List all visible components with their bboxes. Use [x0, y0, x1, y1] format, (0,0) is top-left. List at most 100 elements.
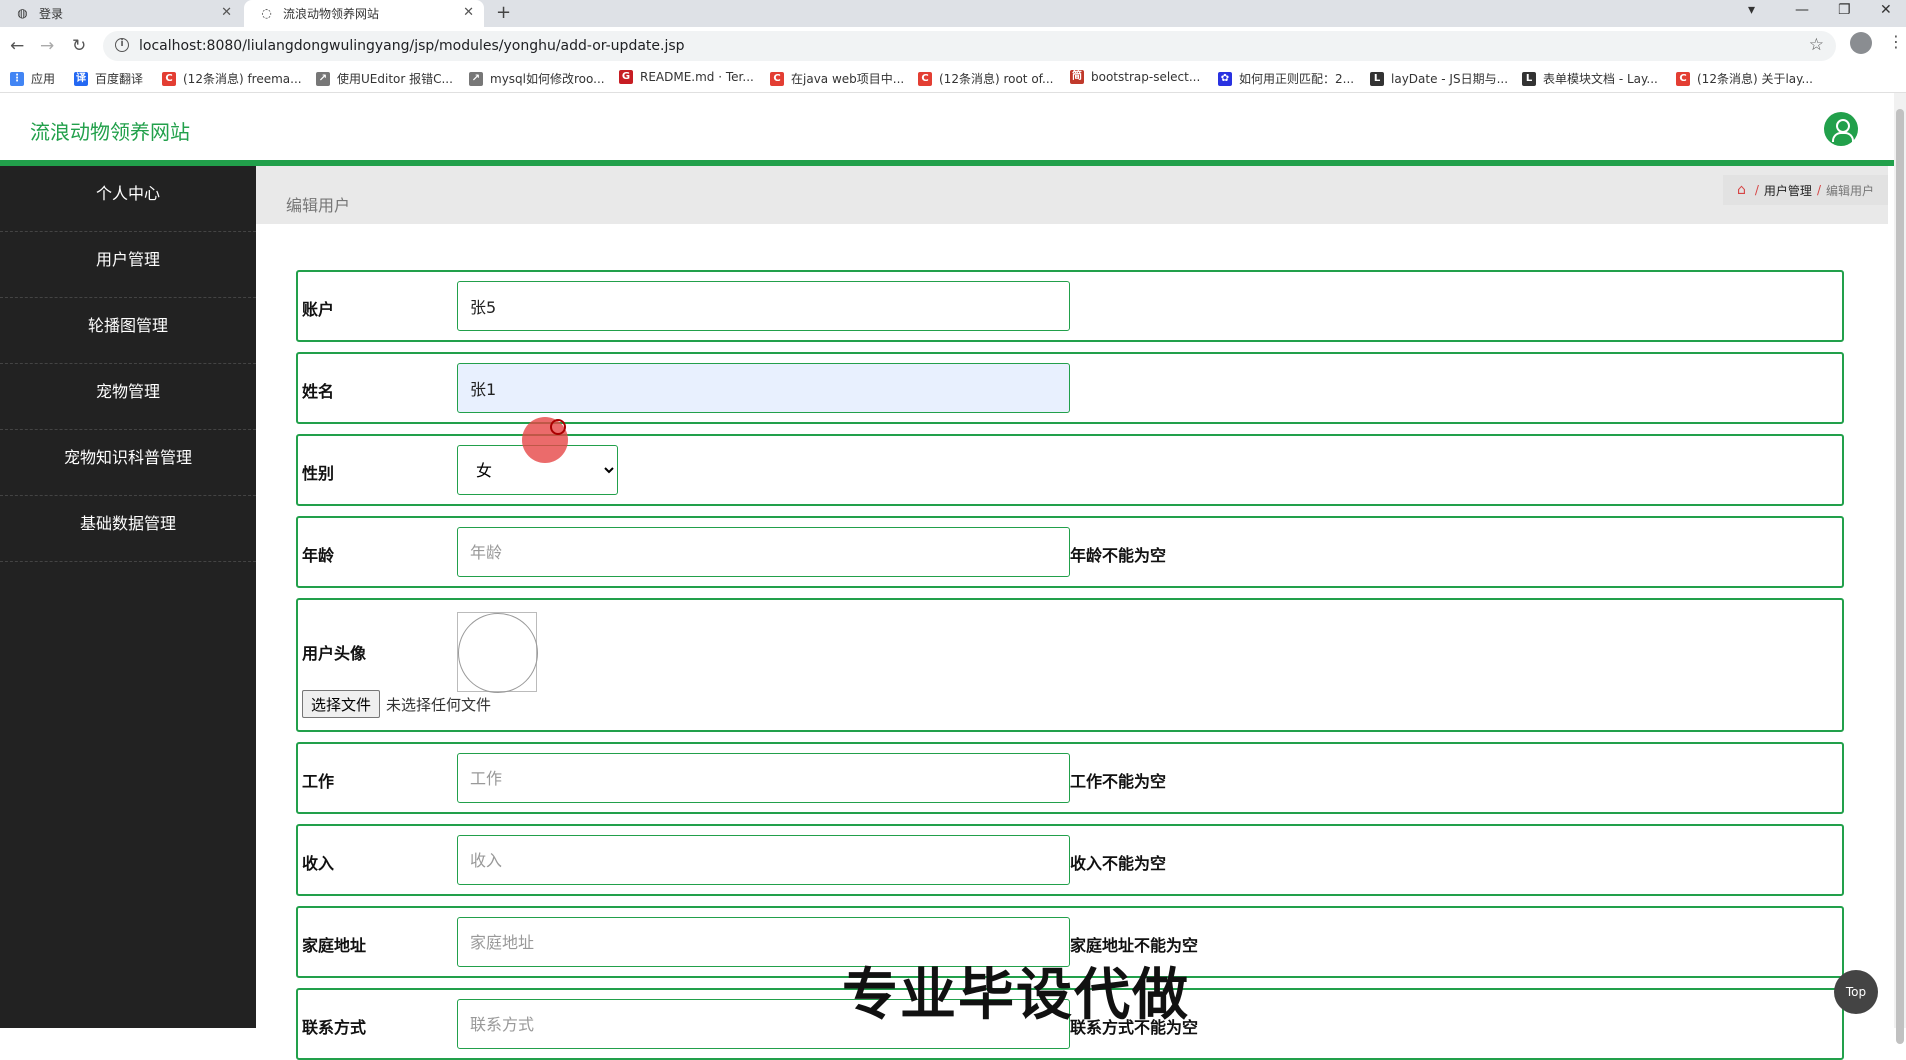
- age-label: 年龄: [302, 546, 335, 565]
- form-row-age: 年龄 年龄不能为空: [296, 516, 1844, 588]
- sidebar-item-pet-knowledge-management[interactable]: 宠物知识科普管理: [0, 430, 256, 496]
- form-row-name: 姓名: [296, 352, 1844, 424]
- breadcrumb: ⌂ / 用户管理 / 编辑用户: [1722, 175, 1888, 205]
- choose-file-button[interactable]: 选择文件: [302, 690, 381, 718]
- gitee-icon: G: [619, 70, 633, 84]
- address-bar: ← → ↻ i localhost:8080/liulangdongwuling…: [0, 27, 1906, 65]
- sidebar-item-personal-center[interactable]: 个人中心: [0, 166, 256, 232]
- bookmark-item[interactable]: C (12条消息) 关于lay...: [1676, 70, 1813, 87]
- sidebar-item-carousel-management[interactable]: 轮播图管理: [0, 298, 256, 364]
- account-label: 账户: [302, 300, 335, 319]
- layui-icon: L: [1522, 71, 1536, 86]
- user-icon[interactable]: [1824, 112, 1858, 146]
- page-header: 编辑用户 ⌂ / 用户管理 / 编辑用户: [256, 166, 1888, 224]
- tab-title: 流浪动物领养网站: [283, 7, 380, 21]
- csdn-icon: C: [162, 71, 176, 86]
- breadcrumb-separator: /: [1754, 183, 1759, 197]
- bookmark-star-icon[interactable]: ☆: [1809, 35, 1824, 55]
- sidebar-item-user-management[interactable]: 用户管理: [0, 232, 256, 298]
- csdn-icon: C: [1676, 71, 1690, 86]
- bookmark-item[interactable]: 译百度翻译: [74, 70, 143, 87]
- form-row-job: 工作 工作不能为空: [296, 742, 1844, 814]
- account-field[interactable]: [457, 281, 1070, 331]
- file-status-text: 未选择任何文件: [386, 696, 492, 714]
- contact-label: 联系方式: [302, 1018, 367, 1037]
- forward-icon[interactable]: →: [40, 36, 54, 56]
- site-header: 流浪动物领养网站: [0, 94, 1906, 160]
- cursor-highlight: [522, 417, 568, 463]
- bookmark-item[interactable]: LlayDate - JS日期与...: [1370, 70, 1508, 87]
- main-content: 编辑用户 ⌂ / 用户管理 / 编辑用户 账户 姓名 性别 女 年龄 年龄不能为…: [256, 166, 1900, 1060]
- baidu-icon: ✿: [1218, 71, 1232, 86]
- link-icon: ↗: [316, 71, 330, 86]
- close-tab-icon[interactable]: ✕: [221, 5, 232, 20]
- age-field[interactable]: [457, 527, 1070, 577]
- job-label: 工作: [302, 772, 335, 791]
- layui-icon: L: [1370, 71, 1384, 86]
- globe-icon: ◍: [17, 6, 28, 20]
- minimize-icon[interactable]: —: [1795, 2, 1809, 18]
- income-label: 收入: [302, 854, 335, 873]
- bookmark-item[interactable]: C (12条消息) freema...: [162, 70, 302, 87]
- watermark-text: 专业毕设代做: [842, 963, 1190, 1028]
- blog-icon: 简: [1070, 70, 1084, 84]
- browser-tab-bar: ◍ 登录 ✕ ◌ 流浪动物领养网站 ✕ + ▾ — ❐ ✕: [0, 0, 1906, 27]
- site-title[interactable]: 流浪动物领养网站: [30, 116, 190, 145]
- info-icon[interactable]: i: [115, 38, 129, 52]
- breadcrumb-separator: /: [1816, 183, 1821, 197]
- sidebar-item-basic-data-management[interactable]: 基础数据管理: [0, 496, 256, 562]
- back-icon[interactable]: ←: [10, 36, 24, 56]
- form-row-income: 收入 收入不能为空: [296, 824, 1844, 896]
- browser-tab-active[interactable]: ◌ 流浪动物领养网站 ✕: [244, 0, 484, 27]
- close-tab-icon[interactable]: ✕: [463, 5, 474, 20]
- browser-tab-login[interactable]: ◍ 登录 ✕: [0, 0, 242, 27]
- form-row-avatar: 用户头像 选择文件 未选择任何文件: [296, 598, 1844, 732]
- globe-icon: ◌: [261, 6, 272, 20]
- income-error: 收入不能为空: [1070, 854, 1167, 873]
- bookmarks-bar: ⋮ 应用 译百度翻译 C (12条消息) freema... ↗ 使用UEditor …: [0, 65, 1906, 93]
- restore-icon[interactable]: ❐: [1838, 2, 1851, 18]
- sidebar-item-pet-management[interactable]: 宠物管理: [0, 364, 256, 430]
- close-window-icon[interactable]: ✕: [1880, 2, 1892, 18]
- scrollbar-thumb[interactable]: [1896, 109, 1904, 1044]
- avatar-label: 用户头像: [302, 644, 367, 663]
- bookmark-item[interactable]: 简 bootstrap-select...: [1070, 70, 1200, 84]
- tab-title: 登录: [39, 7, 64, 21]
- page-scrollbar[interactable]: [1894, 93, 1906, 1044]
- bookmark-item[interactable]: ↗ 使用UEditor 报错C...: [316, 70, 453, 87]
- breadcrumb-current: 编辑用户: [1825, 183, 1874, 198]
- url-text: localhost:8080/liulangdongwulingyang/jsp…: [139, 38, 685, 54]
- age-error: 年龄不能为空: [1070, 546, 1167, 565]
- form-row-account: 账户: [296, 270, 1844, 342]
- page-title: 编辑用户: [286, 196, 351, 215]
- bookmark-item[interactable]: ⋮ 应用: [10, 70, 55, 87]
- browser-menu-icon[interactable]: ⋮: [1888, 32, 1904, 51]
- job-field[interactable]: [457, 753, 1070, 803]
- bookmark-item[interactable]: G README.md · Ter...: [619, 70, 754, 84]
- address-label: 家庭地址: [302, 936, 367, 955]
- apps-icon: ⋮: [10, 71, 24, 86]
- name-field[interactable]: [457, 363, 1070, 413]
- home-icon[interactable]: ⌂: [1737, 182, 1746, 198]
- csdn-icon: C: [770, 71, 784, 86]
- tab-search-icon[interactable]: ▾: [1748, 2, 1755, 18]
- bookmark-item[interactable]: ↗ mysql如何修改roo...: [469, 70, 605, 87]
- sidebar: 个人中心 用户管理 轮播图管理 宠物管理 宠物知识科普管理 基础数据管理: [0, 166, 256, 1028]
- income-field[interactable]: [457, 835, 1070, 885]
- bookmark-item[interactable]: ✿ 如何用正则匹配：2...: [1218, 70, 1354, 87]
- back-to-top-button[interactable]: Top: [1834, 970, 1878, 1014]
- url-field[interactable]: i localhost:8080/liulangdongwulingyang/j…: [103, 31, 1836, 61]
- breadcrumb-parent[interactable]: 用户管理: [1764, 182, 1812, 199]
- bookmark-item[interactable]: C 在java web项目中...: [770, 70, 904, 87]
- profile-avatar-icon[interactable]: [1850, 32, 1872, 54]
- new-tab-button[interactable]: +: [496, 2, 511, 23]
- bookmark-item[interactable]: L 表单模块文档 - Lay...: [1522, 70, 1658, 87]
- reload-icon[interactable]: ↻: [72, 36, 86, 56]
- link-icon: ↗: [469, 71, 483, 86]
- baidu-translate-icon: 译: [74, 71, 88, 86]
- job-error: 工作不能为空: [1070, 772, 1167, 791]
- avatar-preview-image: [457, 612, 538, 693]
- name-label: 姓名: [302, 382, 335, 401]
- bookmark-item[interactable]: C (12条消息) root of...: [918, 70, 1053, 87]
- gender-label: 性别: [302, 464, 335, 483]
